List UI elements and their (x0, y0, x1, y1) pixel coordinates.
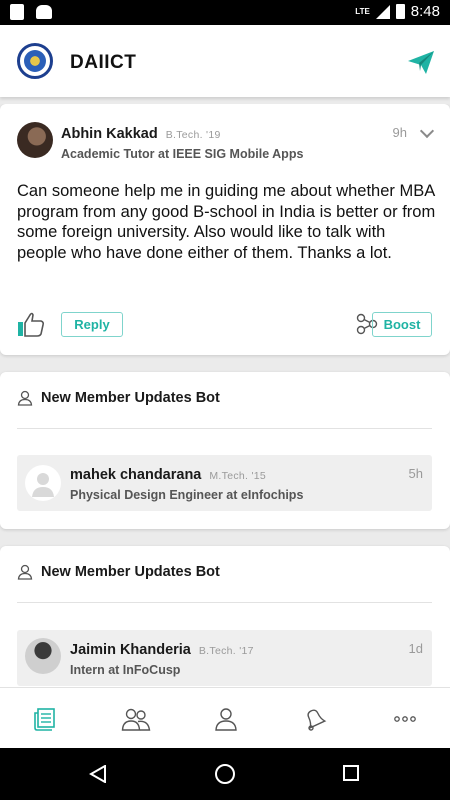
sd-card-icon (10, 4, 24, 20)
member-time: 5h (408, 466, 423, 481)
member-batch: M.Tech. '15 (209, 470, 267, 482)
divider (17, 428, 432, 429)
system-nav-bar (0, 748, 450, 800)
member-item[interactable]: mahek chandarana M.Tech. '15 Physical Des… (17, 455, 432, 511)
member-role: Intern at InFoCusp (70, 663, 181, 677)
status-time: 8:48 (410, 3, 440, 20)
bot-title: New Member Updates Bot (41, 564, 220, 580)
send-icon[interactable] (406, 47, 436, 77)
notifications-bell-icon[interactable] (302, 706, 328, 732)
app-title: DAIICT (70, 52, 137, 73)
member-time: 1d (408, 641, 423, 656)
member-batch: B.Tech. '17 (198, 645, 254, 657)
logo-emblem (24, 50, 46, 72)
home-icon[interactable] (215, 764, 235, 784)
author-name-text: Abhin Kakkad (61, 126, 158, 142)
back-icon[interactable] (89, 765, 107, 783)
default-avatar-icon (32, 473, 54, 497)
member-role: Physical Design Engineer at eInfochips (70, 488, 304, 502)
post-time: 9h (392, 125, 407, 140)
feed[interactable]: Abhin Kakkad B.Tech. '19 Academic Tutor a… (0, 104, 450, 687)
member-name-text: Jaimin Khanderia (70, 642, 191, 658)
author-role: Academic Tutor at IEEE SIG Mobile Apps (61, 147, 304, 161)
divider (17, 602, 432, 603)
people-icon[interactable] (121, 706, 151, 732)
recents-icon[interactable] (343, 765, 359, 781)
bot-header[interactable]: New Member Updates Bot (17, 390, 220, 406)
member-avatar[interactable] (25, 465, 61, 501)
more-icon[interactable] (392, 706, 418, 732)
author-batch: B.Tech. '19 (165, 129, 221, 141)
battery-icon (395, 4, 405, 19)
profile-icon[interactable] (213, 706, 239, 732)
boost-button[interactable]: Boost (372, 312, 432, 337)
author-name[interactable]: Abhin Kakkad B.Tech. '19 (61, 126, 221, 142)
member-name[interactable]: mahek chandarana M.Tech. '15 (70, 467, 266, 483)
bot-card: New Member Updates Bot mahek chandarana M… (0, 372, 450, 529)
app-bar: DAIICT (0, 25, 450, 97)
bot-header[interactable]: New Member Updates Bot (17, 564, 220, 580)
reply-button[interactable]: Reply (61, 312, 123, 337)
status-bar: LTE 8:48 (0, 0, 450, 25)
post-body: Can someone help me in guiding me about … (17, 182, 436, 262)
network-type: LTE (355, 7, 370, 16)
bot-title: New Member Updates Bot (41, 390, 220, 406)
person-icon (17, 564, 33, 580)
member-item[interactable]: Jaimin Khanderia B.Tech. '17 Intern at In… (17, 630, 432, 686)
feed-icon[interactable] (32, 706, 58, 732)
member-name-text: mahek chandarana (70, 467, 202, 483)
like-icon[interactable] (17, 311, 45, 337)
app-logo[interactable] (17, 43, 53, 79)
signal-icon (375, 4, 390, 19)
chevron-down-icon[interactable] (419, 123, 435, 139)
member-avatar[interactable] (25, 638, 61, 674)
bottom-nav (0, 687, 450, 748)
person-icon (17, 390, 33, 406)
android-icon (36, 5, 52, 19)
member-name[interactable]: Jaimin Khanderia B.Tech. '17 (70, 642, 254, 658)
author-avatar[interactable] (17, 122, 53, 158)
post-card: Abhin Kakkad B.Tech. '19 Academic Tutor a… (0, 104, 450, 355)
bot-card: New Member Updates Bot Jaimin Khanderia B… (0, 546, 450, 687)
